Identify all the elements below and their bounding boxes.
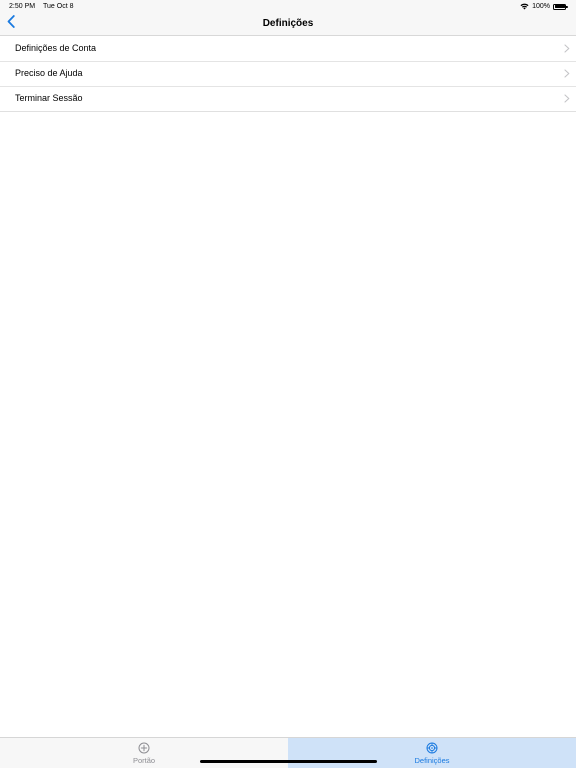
chevron-right-icon: [564, 69, 570, 78]
chevron-right-icon: [564, 44, 570, 53]
settings-screen: 2:50 PM Tue Oct 8 100% Definições Defini…: [0, 0, 576, 768]
chevron-right-icon: [564, 94, 570, 103]
list-item-label: Terminar Sessão: [15, 93, 83, 103]
battery-icon: [553, 3, 568, 10]
tab-bar: Portão Definições: [0, 737, 576, 768]
wifi-icon: [520, 3, 529, 10]
list-item-account-settings[interactable]: Definições de Conta: [0, 36, 576, 61]
list-item-need-help[interactable]: Preciso de Ajuda: [0, 61, 576, 86]
list-item-label: Preciso de Ajuda: [15, 68, 83, 78]
settings-list: Definições de Conta Preciso de Ajuda Ter…: [0, 36, 576, 112]
tab-label: Portão: [132, 756, 156, 765]
list-item-label: Definições de Conta: [15, 43, 97, 53]
navigation-bar: Definições: [0, 13, 576, 36]
battery-percentage: 100%: [532, 3, 550, 10]
status-indicators: 100%: [520, 0, 568, 13]
add-circle-icon: [138, 742, 150, 754]
home-indicator: [200, 760, 377, 763]
battery-level: [554, 5, 565, 8]
page-title: Definições: [262, 18, 314, 29]
tab-definicoes[interactable]: Definições: [288, 738, 576, 768]
tab-label: Definições: [414, 756, 450, 765]
tab-portao[interactable]: Portão: [0, 738, 288, 768]
status-date: Tue Oct 8: [43, 3, 74, 10]
gear-icon: [426, 742, 438, 754]
status-time: 2:50 PM: [9, 3, 36, 10]
list-item-log-out[interactable]: Terminar Sessão: [0, 86, 576, 111]
status-bar: 2:50 PM Tue Oct 8 100%: [0, 0, 576, 13]
